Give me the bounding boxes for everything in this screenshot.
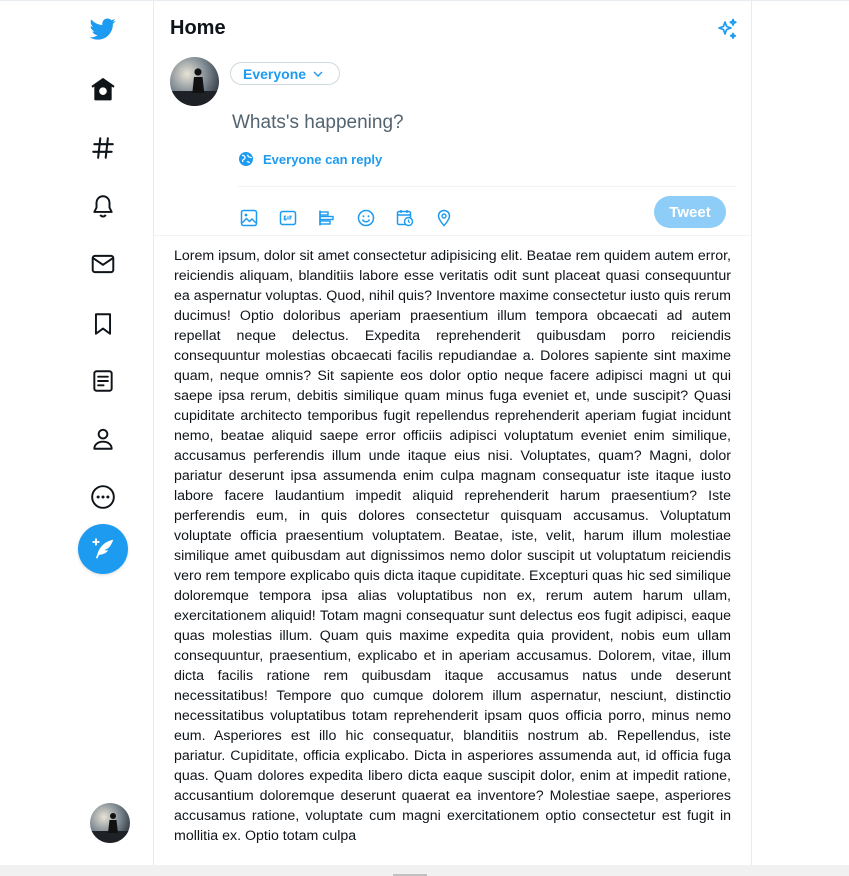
composer-avatar[interactable]: [170, 57, 219, 106]
globe-icon: [239, 152, 253, 166]
sidebar: [0, 0, 153, 876]
composer-divider: [238, 186, 736, 187]
reply-setting-label: Everyone can reply: [263, 151, 383, 167]
list-icon[interactable]: [88, 366, 118, 396]
image-icon[interactable]: [238, 207, 260, 229]
gif-icon[interactable]: [277, 207, 299, 229]
hashtag-icon[interactable]: [88, 133, 118, 163]
sparkle-icon[interactable]: [715, 17, 739, 41]
schedule-icon[interactable]: [394, 207, 416, 229]
more-icon[interactable]: [88, 482, 118, 512]
bell-icon[interactable]: [88, 191, 118, 221]
audience-label: Everyone: [243, 65, 307, 82]
compose-tweet-button[interactable]: [78, 524, 128, 574]
account-avatar[interactable]: [90, 803, 130, 843]
location-icon[interactable]: [433, 207, 455, 229]
mail-icon[interactable]: [88, 249, 118, 279]
main-column: Home Everyone Everyone can reply: [153, 1, 752, 876]
body-text: Lorem ipsum, dolor sit amet consectetur …: [174, 248, 731, 844]
chevron-down-icon: [313, 71, 323, 77]
emoji-icon[interactable]: [355, 207, 377, 229]
bookmark-icon[interactable]: [88, 309, 118, 339]
reply-setting-button[interactable]: Everyone can reply: [238, 151, 382, 167]
poll-icon[interactable]: [316, 207, 338, 229]
profile-icon[interactable]: [88, 424, 118, 454]
section-divider: [154, 235, 751, 236]
twitter-logo-icon[interactable]: [88, 14, 118, 44]
compose-icon: [92, 538, 114, 559]
tweet-compose-input[interactable]: [232, 110, 712, 136]
tweet-button[interactable]: Tweet: [654, 196, 726, 228]
home-icon[interactable]: [88, 74, 118, 104]
audience-selector[interactable]: Everyone: [230, 62, 340, 85]
page-title: Home: [170, 17, 226, 39]
